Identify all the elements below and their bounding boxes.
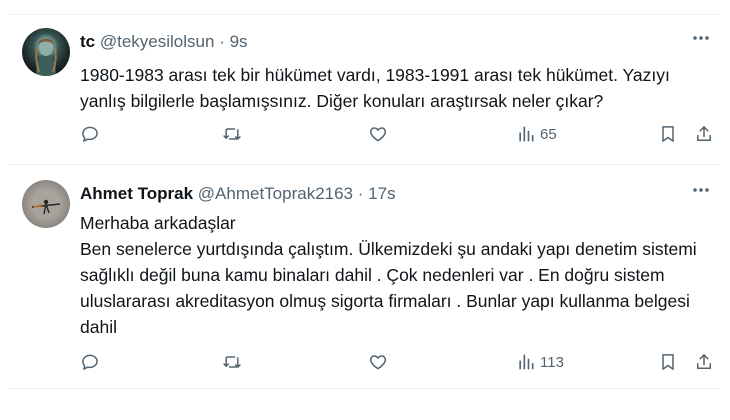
tweet-1[interactable]: tc @tekyesilolsun · 9s 1980-1983 arası t… bbox=[8, 14, 720, 164]
views-button[interactable]: 65 bbox=[516, 122, 557, 146]
view-count: 113 bbox=[540, 353, 564, 371]
views-button[interactable]: 113 bbox=[516, 350, 564, 374]
retweet-icon bbox=[223, 128, 241, 140]
share-button[interactable] bbox=[694, 350, 714, 374]
more-icon[interactable] bbox=[688, 180, 714, 200]
reply-icon bbox=[82, 354, 98, 370]
retweet-button[interactable] bbox=[222, 350, 242, 374]
like-icon bbox=[369, 355, 387, 370]
tweet-text: 1980-1983 arası tek bir hükümet vardı, 1… bbox=[80, 65, 670, 111]
like-icon bbox=[369, 127, 387, 142]
like-button[interactable] bbox=[368, 350, 388, 374]
tweet-text: Merhaba arkadaşlar Ben senelerce yurtdış… bbox=[80, 210, 710, 340]
separator bbox=[8, 388, 720, 389]
separator bbox=[8, 164, 720, 165]
share-icon bbox=[697, 126, 711, 141]
view-count: 65 bbox=[540, 125, 557, 143]
views-icon bbox=[519, 354, 534, 370]
tweet-text-line: Ben senelerce yurtdışında çalıştım. Ülke… bbox=[80, 239, 697, 337]
separator-dot: · bbox=[219, 32, 225, 51]
more-icon[interactable] bbox=[688, 28, 714, 48]
tweet-header: Ahmet Toprak @AhmetToprak2163 · 17s bbox=[80, 184, 396, 204]
share-button[interactable] bbox=[694, 122, 714, 146]
reply-button[interactable] bbox=[80, 122, 100, 146]
avatar[interactable] bbox=[22, 28, 70, 76]
views-icon bbox=[519, 126, 534, 142]
bookmark-button[interactable] bbox=[658, 122, 678, 146]
like-button[interactable] bbox=[368, 122, 388, 146]
reply-button[interactable] bbox=[80, 350, 100, 374]
timeline-feed: tc @tekyesilolsun · 9s 1980-1983 arası t… bbox=[0, 0, 730, 420]
tweet-text-line: Merhaba arkadaşlar bbox=[80, 213, 236, 233]
action-bar: 65 bbox=[80, 122, 720, 146]
user-handle[interactable]: @AhmetToprak2163 bbox=[198, 184, 353, 203]
timestamp[interactable]: 17s bbox=[368, 184, 395, 203]
retweet-icon bbox=[223, 356, 241, 368]
bookmark-button[interactable] bbox=[658, 350, 678, 374]
display-name[interactable]: Ahmet Toprak bbox=[80, 184, 193, 203]
reply-icon bbox=[82, 126, 98, 142]
bookmark-icon bbox=[662, 354, 674, 370]
retweet-button[interactable] bbox=[222, 122, 242, 146]
separator-dot: · bbox=[357, 184, 364, 203]
bookmark-icon bbox=[662, 126, 674, 142]
tweet-2[interactable]: Ahmet Toprak @AhmetToprak2163 · 17s Merh… bbox=[8, 166, 720, 388]
display-name[interactable]: tc bbox=[80, 32, 95, 51]
tweet-header: tc @tekyesilolsun · 9s bbox=[80, 32, 248, 52]
share-icon bbox=[697, 354, 711, 369]
action-bar: 113 bbox=[80, 350, 720, 374]
timestamp[interactable]: 9s bbox=[230, 32, 248, 51]
user-handle[interactable]: @tekyesilolsun bbox=[100, 32, 215, 51]
avatar[interactable] bbox=[22, 180, 70, 228]
